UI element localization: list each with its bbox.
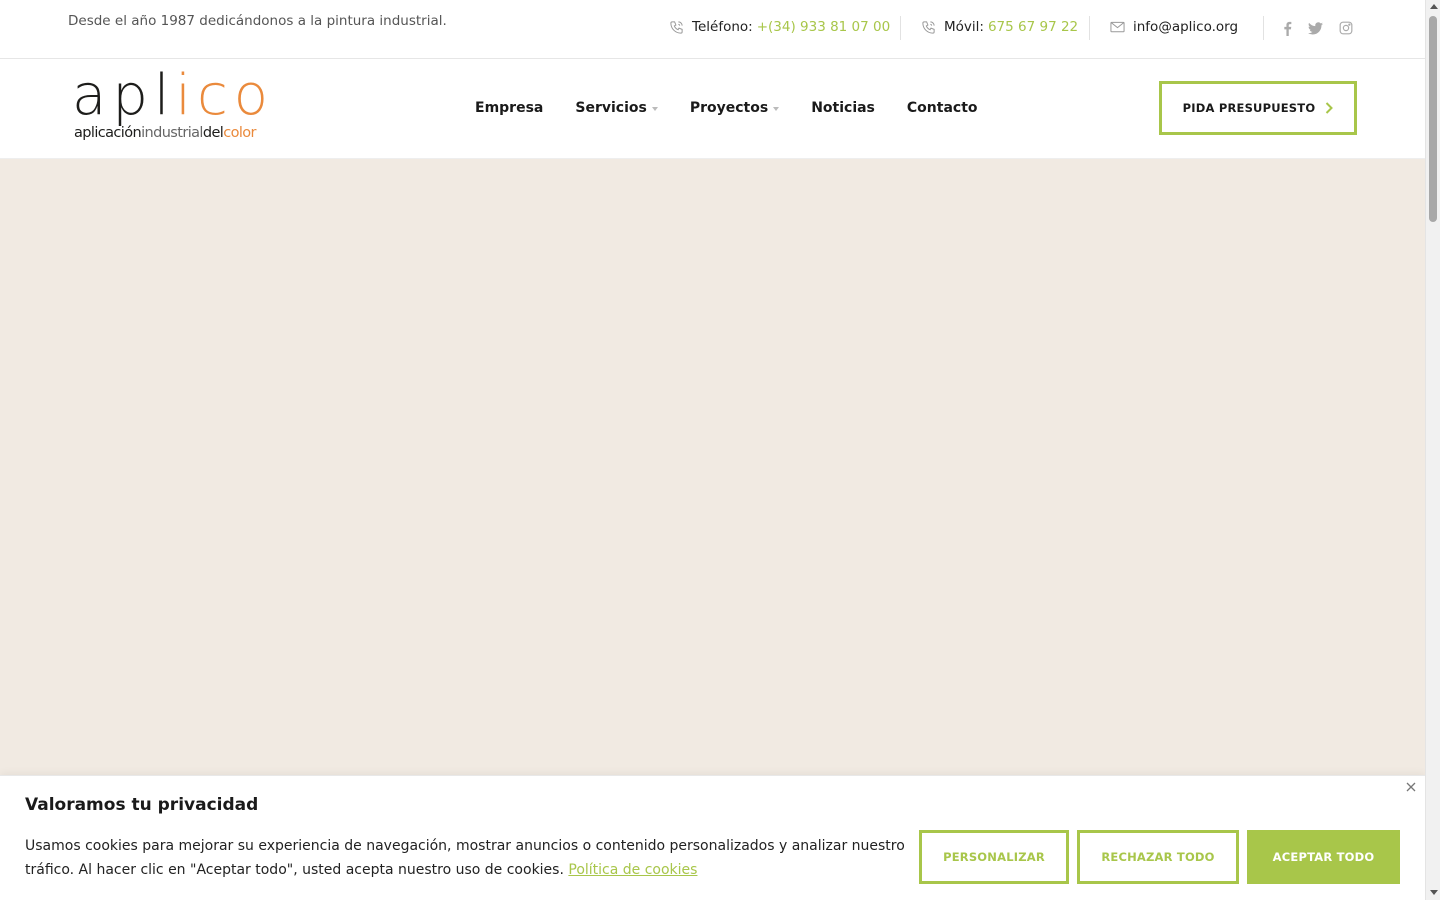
request-quote-button[interactable]: PIDA PRESUPUESTO [1159,81,1357,135]
email-contact[interactable]: info@aplico.org [1109,19,1238,35]
facebook-icon[interactable] [1279,20,1295,36]
cookie-text: Usamos cookies para mejorar su experienc… [25,838,905,878]
chevron-down-icon [773,106,780,111]
twitter-icon[interactable] [1307,20,1323,36]
instagram-icon[interactable] [1338,20,1354,36]
site-header: aplico aplicaciónindustrialdelcolor Empr… [0,59,1425,159]
logo-wordmark: aplico [72,63,275,128]
phone-value[interactable]: +(34) 933 81 07 00 [757,19,891,35]
email-value[interactable]: info@aplico.org [1133,19,1238,35]
cookie-policy-link[interactable]: Política de cookies [568,862,697,878]
divider [1263,16,1264,40]
tagline: Desde el año 1987 dedicándonos a la pint… [68,13,447,29]
nav-item-servicios[interactable]: Servicios [575,100,658,116]
divider [900,16,901,40]
main-nav: Empresa Servicios Proyectos Noticias Con… [475,100,1010,116]
top-bar: Desde el año 1987 dedicándonos a la pint… [0,0,1425,59]
scroll-thumb[interactable] [1429,16,1437,222]
chevron-down-icon [651,106,658,111]
aplico-logo[interactable]: aplico aplicaciónindustrialdelcolor [72,65,282,146]
logo-subtitle: aplicaciónindustrialdelcolor [74,125,257,141]
phone-contact[interactable]: Teléfono: +(34) 933 81 07 00 [668,19,890,35]
nav-item-contacto[interactable]: Contacto [907,100,978,116]
scroll-up-arrow-icon[interactable] [1430,4,1438,9]
reject-all-button[interactable]: RECHAZAR TODO [1077,830,1239,884]
mobile-value[interactable]: 675 67 97 22 [988,19,1078,35]
close-icon[interactable] [1404,780,1418,794]
chevron-right-icon [1325,102,1334,114]
vertical-scrollbar[interactable] [1425,0,1440,900]
mobile-label: Móvil: [944,19,984,35]
mail-icon [1109,19,1125,35]
phone-icon [668,19,684,35]
nav-item-empresa[interactable]: Empresa [475,100,543,116]
mobile-contact[interactable]: Móvil: 675 67 97 22 [920,19,1078,35]
accept-all-button[interactable]: ACEPTAR TODO [1247,830,1400,884]
nav-item-proyectos[interactable]: Proyectos [690,100,780,116]
hero-background [0,159,1425,775]
cookie-title: Valoramos tu privacidad [25,795,259,815]
mobile-phone-icon [920,19,936,35]
customize-button[interactable]: PERSONALIZAR [919,830,1069,884]
phone-label: Teléfono: [692,19,753,35]
cookie-banner: Valoramos tu privacidad Usamos cookies p… [0,775,1425,900]
scroll-down-arrow-icon[interactable] [1430,890,1438,895]
nav-item-noticias[interactable]: Noticias [811,100,875,116]
divider [1089,16,1090,40]
